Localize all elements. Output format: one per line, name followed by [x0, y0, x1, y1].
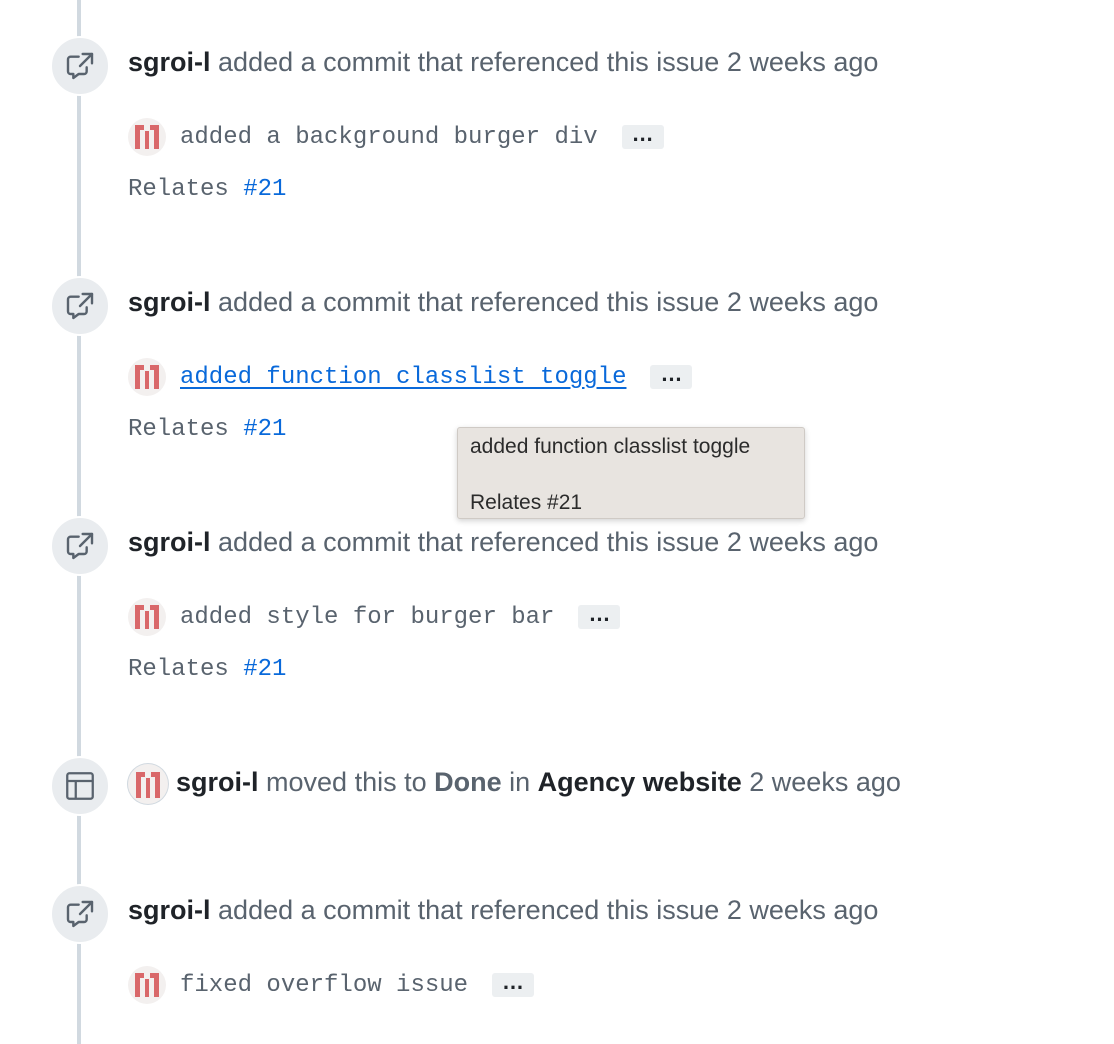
commit-row: fixed overflow issue …	[128, 965, 535, 1005]
avatar[interactable]	[128, 358, 166, 396]
event-time[interactable]: 2 weeks ago	[749, 767, 901, 797]
commit-description: Relates #21	[128, 415, 286, 445]
event-headline: sgroi-l added a commit that referenced t…	[128, 525, 878, 559]
event-headline: sgroi-l moved this to Done in Agency web…	[176, 765, 901, 799]
event-time[interactable]: 2 weeks ago	[727, 47, 879, 77]
tooltip-title: added function classlist toggle	[470, 435, 751, 458]
event-action: added a commit that referenced this issu…	[218, 895, 720, 925]
event-time[interactable]: 2 weeks ago	[727, 895, 879, 925]
tooltip-body: Relates #21	[470, 491, 583, 514]
avatar[interactable]	[128, 598, 166, 636]
issue-link[interactable]: #21	[243, 416, 286, 443]
cross-reference-icon	[50, 884, 110, 944]
commit-details-button[interactable]: …	[578, 603, 621, 629]
commit-details-button[interactable]: …	[650, 363, 693, 389]
avatar[interactable]	[128, 966, 166, 1004]
project-move-row	[128, 764, 168, 804]
commit-details-button[interactable]: …	[621, 123, 664, 149]
issue-link[interactable]: #21	[243, 176, 286, 203]
cross-reference-icon	[50, 516, 110, 576]
commit-message[interactable]: added a background burger div	[180, 124, 598, 151]
author-link[interactable]: sgroi-l	[128, 287, 211, 317]
event-action-in: in	[509, 767, 531, 797]
commit-message[interactable]: fixed overflow issue	[180, 972, 468, 999]
event-action-moved: moved this to	[266, 767, 427, 797]
relates-label: Relates	[128, 656, 229, 683]
commit-tooltip: added function classlist toggle Relates …	[457, 427, 805, 519]
event-action: added a commit that referenced this issu…	[218, 527, 720, 557]
event-time[interactable]: 2 weeks ago	[727, 287, 879, 317]
event-headline: sgroi-l added a commit that referenced t…	[128, 893, 878, 927]
event-action: added a commit that referenced this issu…	[218, 47, 720, 77]
issue-link[interactable]: #21	[243, 656, 286, 683]
cross-reference-icon	[50, 36, 110, 96]
commit-row: added style for burger bar …	[128, 597, 621, 637]
project-table-icon	[50, 756, 110, 816]
project-link[interactable]: Agency website	[538, 767, 742, 797]
commit-details-button[interactable]: …	[492, 971, 535, 997]
author-link[interactable]: sgroi-l	[128, 527, 211, 557]
avatar[interactable]	[128, 118, 166, 156]
author-link[interactable]: sgroi-l	[176, 767, 259, 797]
author-link[interactable]: sgroi-l	[128, 47, 211, 77]
event-time[interactable]: 2 weeks ago	[727, 527, 879, 557]
relates-label: Relates	[128, 416, 229, 443]
relates-label: Relates	[128, 176, 229, 203]
commit-description: Relates #21	[128, 655, 286, 685]
commit-message[interactable]: added style for burger bar	[180, 604, 554, 631]
commit-description: Relates #21	[128, 175, 286, 205]
event-headline: sgroi-l added a commit that referenced t…	[128, 45, 878, 79]
commit-row: added a background burger div …	[128, 117, 664, 157]
author-link[interactable]: sgroi-l	[128, 895, 211, 925]
commit-message[interactable]: added function classlist toggle	[180, 364, 626, 391]
event-action: added a commit that referenced this issu…	[218, 287, 720, 317]
avatar[interactable]	[128, 764, 168, 804]
project-status: Done	[434, 767, 502, 797]
commit-row: added function classlist toggle …	[128, 357, 693, 397]
cross-reference-icon	[50, 276, 110, 336]
event-headline: sgroi-l added a commit that referenced t…	[128, 285, 878, 319]
